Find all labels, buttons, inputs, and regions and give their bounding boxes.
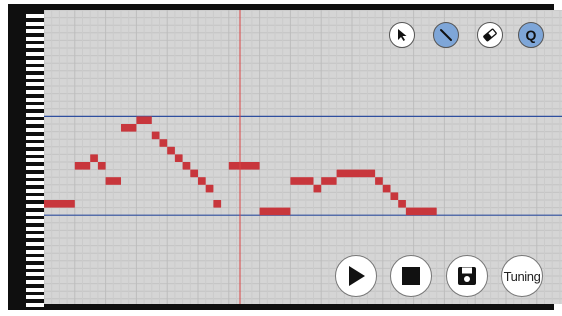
piano-key[interactable] [26,82,44,87]
eraser-icon [483,28,497,42]
note-block[interactable] [44,200,75,208]
note-block[interactable] [182,162,191,170]
cursor-arrow-icon [398,29,407,41]
piano-key[interactable] [26,196,44,201]
note-block[interactable] [313,184,322,193]
piano-key[interactable] [26,234,44,239]
tuning-label: Tuning [503,268,541,284]
grid-background [44,10,562,304]
note-block[interactable] [382,184,391,193]
note-block[interactable] [390,192,399,200]
note-block[interactable] [136,116,152,124]
save-button[interactable] [446,255,488,297]
erase-tool-button[interactable] [477,22,503,48]
piano-key[interactable] [26,188,44,193]
piano-key[interactable] [26,67,44,72]
note-block[interactable] [213,200,222,208]
piano-key[interactable] [26,59,44,64]
piano-key[interactable] [26,112,44,117]
note-block[interactable] [174,154,183,162]
piano-key[interactable] [26,120,44,125]
piano-key[interactable] [26,150,44,155]
piano-roll-app: Q Tuning [8,4,562,310]
note-block[interactable] [228,162,260,170]
piano-key[interactable] [26,14,44,18]
piano-key[interactable] [26,249,44,254]
note-block[interactable] [167,146,175,155]
piano-key[interactable] [26,242,44,246]
note-block[interactable] [259,207,291,216]
piano-key[interactable] [26,36,44,41]
note-block[interactable] [121,124,137,132]
piano-key[interactable] [26,173,44,178]
stop-button[interactable] [390,255,432,297]
piano-key[interactable] [26,219,44,224]
note-grid-canvas[interactable] [44,10,562,304]
piano-key[interactable] [26,272,44,277]
piano-key[interactable] [26,287,44,292]
stop-icon [402,267,420,285]
piano-key[interactable] [26,97,44,102]
play-icon [349,266,365,286]
note-block[interactable] [74,162,91,170]
piano-key[interactable] [26,302,44,307]
piano-key[interactable] [26,21,44,26]
piano-key[interactable] [26,295,44,300]
quantize-tool-button[interactable]: Q [518,22,544,48]
piano-key[interactable] [26,29,44,34]
piano-key[interactable] [26,204,44,208]
note-block[interactable] [405,207,437,216]
piano-key[interactable] [26,257,44,262]
note-block[interactable] [398,200,406,208]
note-block[interactable] [336,169,376,178]
piano-roll-grid[interactable] [44,10,562,304]
note-block[interactable] [198,177,206,185]
draw-tool-button[interactable] [433,22,459,48]
piano-key[interactable] [26,264,44,269]
piano-key[interactable] [26,74,44,79]
note-block[interactable] [151,131,160,140]
piano-key[interactable] [26,158,44,163]
pencil-line-icon [440,29,452,41]
piano-key[interactable] [26,280,44,284]
piano-key[interactable] [26,181,44,186]
piano-key[interactable] [26,166,44,170]
piano-key[interactable] [26,226,44,231]
quantize-label: Q [525,27,537,43]
note-block[interactable] [205,184,214,193]
note-block[interactable] [375,177,383,185]
note-block[interactable] [105,177,121,185]
piano-key[interactable] [26,105,44,110]
piano-keyboard[interactable] [16,10,44,307]
piano-key[interactable] [26,135,44,140]
note-block[interactable] [90,154,98,162]
piano-key[interactable] [26,44,44,49]
piano-key[interactable] [26,90,44,94]
floppy-disk-icon [458,267,476,285]
note-block[interactable] [97,162,106,170]
select-tool-button[interactable] [389,22,415,48]
piano-key[interactable] [26,211,44,216]
note-block[interactable] [159,139,168,147]
note-block[interactable] [321,177,337,185]
note-block[interactable] [290,177,314,185]
tuning-button[interactable]: Tuning [501,255,543,297]
note-block[interactable] [190,169,198,178]
play-button[interactable] [335,255,377,297]
piano-key[interactable] [26,52,44,56]
piano-key[interactable] [26,128,44,132]
piano-key[interactable] [26,143,44,148]
